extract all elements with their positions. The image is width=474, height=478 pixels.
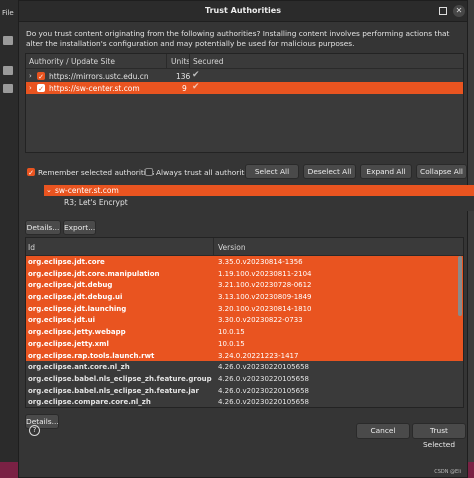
trust-all-label: Always trust all authorities xyxy=(156,168,255,177)
trust-authorities-dialog: Trust Authorities ✕ Do you trust content… xyxy=(18,0,474,478)
artifact-row[interactable]: org.eclipse.ant.core.nl_zh 4.26.0.v202302… xyxy=(26,361,463,373)
trust-selected-button[interactable]: Trust Selected xyxy=(412,423,466,449)
column-header-version[interactable]: Version xyxy=(218,243,246,252)
trust-all-checkbox[interactable] xyxy=(145,168,153,176)
collapse-all-button[interactable]: Collapse All xyxy=(416,164,467,179)
certificate-tree: ⌄ sw-center.st.com R3; Let's Encrypt xyxy=(44,185,474,211)
chevron-down-icon[interactable]: ⌄ xyxy=(46,186,52,194)
artifact-version: 1.19.100.v20230811-2104 xyxy=(218,269,312,278)
expand-all-button[interactable]: Expand All xyxy=(360,164,412,179)
authority-checkbox[interactable]: ✓ xyxy=(37,72,45,81)
artifact-row[interactable]: org.eclipse.jetty.xml 10.0.15 xyxy=(26,337,463,350)
artifact-version: 3.13.100.v20230809-1849 xyxy=(218,293,312,302)
artifact-row[interactable]: org.eclipse.jdt.debug.ui 3.13.100.v202308… xyxy=(26,291,463,303)
artifact-version: 3.20.100.v20230814-1810 xyxy=(218,304,312,313)
artifact-id: org.eclipse.jdt.core xyxy=(28,258,105,266)
artifact-version: 4.26.0.v20230220105658 xyxy=(218,363,309,372)
deselect-all-button[interactable]: Deselect All xyxy=(303,164,356,179)
artifact-id: org.eclipse.rap.tools.launch.rwt xyxy=(28,351,155,360)
export-button[interactable]: Export... xyxy=(63,220,96,235)
close-icon[interactable]: ✕ xyxy=(453,5,465,17)
artifact-version: 4.26.0.v20230220105658 xyxy=(218,374,309,383)
artifact-id: org.eclipse.ant.core.nl_zh xyxy=(28,363,130,372)
artifact-row[interactable]: org.eclipse.jdt.ui 3.30.0.v20230822-0733 xyxy=(26,314,463,327)
authority-units: 9 xyxy=(182,84,187,93)
scrollbar-thumb[interactable] xyxy=(458,256,462,316)
artifact-id: org.eclipse.jdt.debug xyxy=(28,281,113,290)
artifact-version: 3.24.0.20221223-1417 xyxy=(218,351,299,360)
artifact-version: 10.0.15 xyxy=(218,328,245,337)
artifact-id: org.eclipse.jdt.ui xyxy=(28,316,96,325)
maximize-icon[interactable] xyxy=(437,5,449,17)
artifact-version: 3.21.100.v20230728-0612 xyxy=(218,281,312,290)
artifact-id: org.eclipse.jdt.debug.ui xyxy=(28,293,123,302)
remember-authorities-label: Remember selected authorities xyxy=(38,168,155,177)
dialog-titlebar: Trust Authorities ✕ xyxy=(19,1,467,22)
background-folder-icon xyxy=(3,36,13,45)
artifact-id: org.eclipse.jetty.xml xyxy=(28,339,109,348)
details-button[interactable]: Details... xyxy=(25,220,61,235)
authority-checkbox[interactable]: ✓ xyxy=(37,84,45,93)
certificate-label: R3; Let's Encrypt xyxy=(64,198,128,207)
certificate-label: sw-center.st.com xyxy=(55,186,119,195)
artifact-row[interactable]: org.eclipse.jdt.launching 3.20.100.v20230… xyxy=(26,302,463,315)
authority-row[interactable]: › ✓ https://mirrors.ustc.edu.cn 136 ✔ xyxy=(26,70,463,82)
artifact-row[interactable]: org.eclipse.jetty.webapp 10.0.15 xyxy=(26,326,463,338)
artifact-id: org.eclipse.jdt.core.manipulation xyxy=(28,269,160,278)
background-toolbar-icon xyxy=(3,66,13,75)
artifact-version: 4.26.0.v20230220105658 xyxy=(218,398,309,407)
column-header-id[interactable]: Id xyxy=(28,243,35,252)
artifact-id: org.eclipse.compare.core.nl_zh xyxy=(28,398,151,407)
artifact-row[interactable]: org.eclipse.compare.core.nl_zh 4.26.0.v20… xyxy=(26,396,463,407)
secured-checkmark-icon: ✔ xyxy=(192,70,200,80)
artifact-row[interactable]: org.eclipse.jdt.debug 3.21.100.v20230728-… xyxy=(26,279,463,292)
remember-authorities-checkbox[interactable]: ✓ xyxy=(27,168,35,177)
artifacts-rows: org.eclipse.jdt.core 3.35.0.v20230814-135… xyxy=(26,256,463,407)
artifacts-table: Id Version org.eclipse.jdt.core 3.35.0.v2… xyxy=(25,237,464,408)
background-file-menu[interactable]: File xyxy=(2,9,14,17)
artifact-id: org.eclipse.jetty.webapp xyxy=(28,328,126,337)
authority-row-selected[interactable]: › ✓ https://sw-center.st.com 9 ✔ xyxy=(26,82,463,94)
artifact-id: org.eclipse.jdt.launching xyxy=(28,304,127,313)
artifact-row[interactable]: org.eclipse.jdt.core.manipulation 1.19.10… xyxy=(26,267,463,280)
artifact-version: 10.0.15 xyxy=(218,339,245,348)
dialog-title: Trust Authorities xyxy=(205,6,281,15)
artifact-row[interactable]: org.eclipse.babel.nls_eclipse_zh.feature… xyxy=(26,372,463,385)
artifact-id: org.eclipse.babel.nls_eclipse_zh.feature… xyxy=(28,386,199,395)
authority-url: https://sw-center.st.com xyxy=(49,84,140,93)
authorities-table-header: Authority / Update Site Units Secured xyxy=(26,54,463,69)
certificate-row-selected[interactable]: ⌄ sw-center.st.com xyxy=(44,185,474,196)
secured-checkmark-icon: ✔ xyxy=(192,82,200,92)
certificate-row[interactable]: R3; Let's Encrypt xyxy=(44,197,474,208)
authority-units: 136 xyxy=(176,72,191,81)
watermark: CSDN @Eli xyxy=(434,469,461,475)
column-header-units[interactable]: Units xyxy=(171,57,190,66)
select-all-button[interactable]: Select All xyxy=(245,164,299,179)
cancel-button[interactable]: Cancel xyxy=(356,423,410,439)
artifact-version: 3.35.0.v20230814-1356 xyxy=(218,258,303,266)
chevron-right-icon[interactable]: › xyxy=(29,72,32,80)
chevron-right-icon[interactable]: › xyxy=(29,84,32,92)
intro-text: Do you trust content originating from th… xyxy=(26,29,450,48)
column-header-secured[interactable]: Secured xyxy=(193,57,224,66)
artifact-version: 3.30.0.v20230822-0733 xyxy=(218,316,303,325)
artifact-row[interactable]: org.eclipse.jdt.core 3.35.0.v20230814-135… xyxy=(26,256,463,268)
help-icon[interactable]: ? xyxy=(29,425,40,436)
artifacts-table-header: Id Version xyxy=(26,238,463,256)
artifact-id: org.eclipse.babel.nls_eclipse_zh.feature… xyxy=(28,374,212,383)
authorities-table: Authority / Update Site Units Secured › … xyxy=(25,53,464,153)
artifact-version: 4.26.0.v20230220105658 xyxy=(218,386,309,395)
artifact-row[interactable]: org.eclipse.rap.tools.launch.rwt 3.24.0.2… xyxy=(26,349,463,362)
background-outline-icon xyxy=(3,84,13,93)
artifact-row[interactable]: org.eclipse.babel.nls_eclipse_zh.feature… xyxy=(26,384,463,397)
authority-url: https://mirrors.ustc.edu.cn xyxy=(49,72,149,81)
column-header-authority[interactable]: Authority / Update Site xyxy=(29,57,115,66)
